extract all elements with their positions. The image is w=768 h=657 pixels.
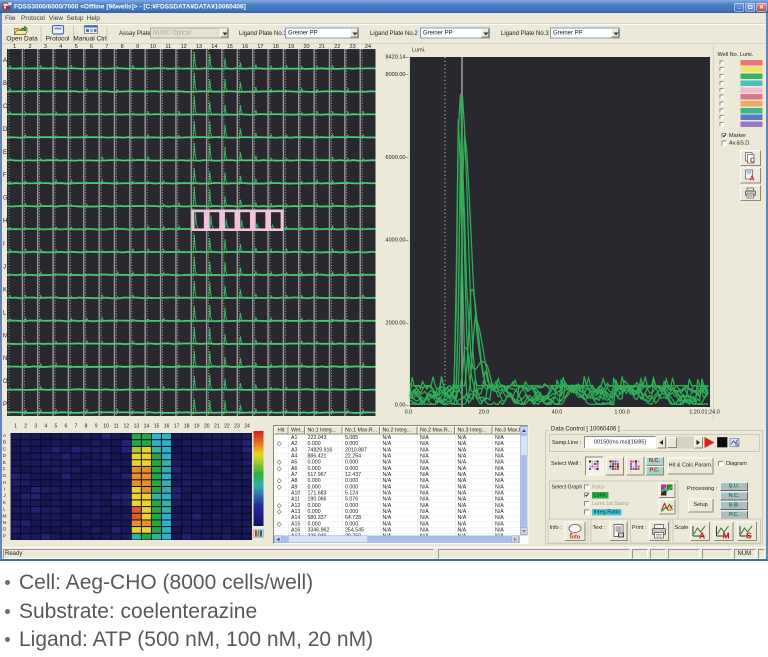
svg-text:A: A bbox=[699, 531, 705, 540]
svg-text:S: S bbox=[746, 531, 752, 540]
svg-text:C: C bbox=[750, 158, 755, 165]
svg-text:Info: Info bbox=[570, 535, 581, 540]
svg-text:M: M bbox=[723, 531, 730, 540]
svg-text:A: A bbox=[750, 176, 755, 183]
